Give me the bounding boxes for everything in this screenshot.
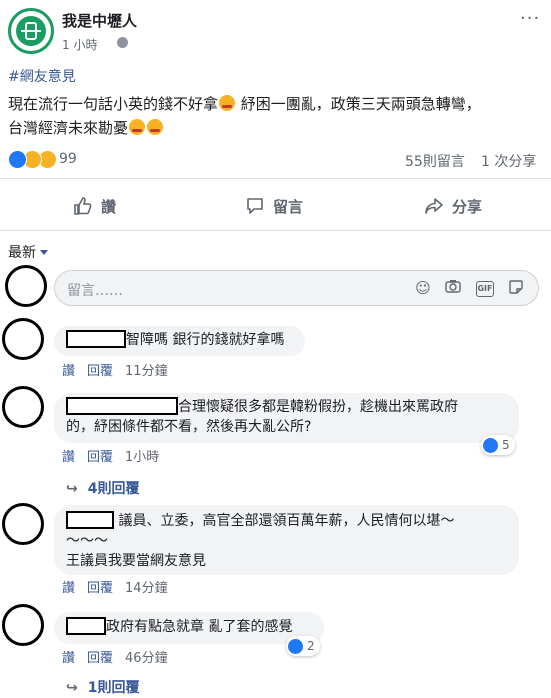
comment-button[interactable]: 留言 [245,188,303,224]
comment-time[interactable]: 14分鐘 [125,581,168,596]
redacted-username[interactable] [66,617,106,635]
reply-arrow-icon: ↪ [66,680,78,696]
sticker-icon[interactable] [507,279,525,297]
post-text-line1: 現在流行一句話小英的錢不好拿 [8,95,219,113]
post-text-line1b: 紓困一團亂，政策三天兩頭急轉彎， [236,95,481,113]
comment-bubble: 政府有點急就章 亂了套的感覺 [54,612,324,644]
globe-icon [117,37,128,48]
reaction-count[interactable]: 99 [59,151,77,167]
like-reaction-icon [288,638,303,654]
comment-text-line1: 議員、立委，高官全部還領百萬年薪，人民情何以堪～ [118,513,455,529]
like-label: 讚 [101,197,117,216]
caret-down-icon [40,250,48,255]
post-body: 現在流行一句話小英的錢不好拿 紓困一團亂，政策三天兩頭急轉彎， 台灣經濟未來勘憂 [8,92,543,140]
post-text-line2: 台灣經濟未來勘憂 [8,119,129,137]
redacted-username[interactable] [66,511,114,529]
page-avatar[interactable] [8,8,54,54]
replies-label: 4則回覆 [87,481,140,497]
comment-text: 政府有點急就章 亂了套的感覺 [106,619,293,635]
page-name[interactable]: 我是中壢人 [62,10,137,31]
comment-reaction-count: 2 [307,639,315,653]
like-reaction-icon [483,437,498,453]
post-timestamp[interactable]: 1 小時 [62,36,97,53]
redacted-username[interactable] [66,330,126,348]
comment-count[interactable]: 55則留言 [405,151,465,171]
share-arrow-icon [425,198,443,214]
current-user-avatar[interactable] [5,265,47,307]
comment-meta: 讚回覆 1小時 [62,446,171,465]
comment-like-link[interactable]: 讚 [62,581,75,596]
redacted-username[interactable] [66,397,178,415]
hashtag-link[interactable]: #網友意見 [8,66,76,86]
comment-bubble: 議員、立委，高官全部還領百萬年薪，人民情何以堪～ ～～～ 王議員我要當網友意見 [54,505,519,575]
comment-label: 留言 [273,197,304,216]
share-button[interactable]: 分享 [424,188,482,224]
comment-text-line3: 王議員我要當網友意見 [66,553,206,569]
comment-bubble: 合理懷疑很多都是韓粉假扮，趁機出來罵政府 的，紓困條件都不看，然後再大亂公所? [54,393,519,443]
logo-emblem-icon [16,16,46,46]
view-replies-link[interactable]: ↪ 4則回覆 [66,478,139,498]
gif-icon[interactable]: GIF [476,281,494,297]
comment-like-link[interactable]: 讚 [62,450,75,465]
angry-face-icon [219,95,236,111]
divider [0,178,551,179]
angry-face-icon [129,119,146,135]
commenter-avatar[interactable] [2,318,44,360]
comment-text-line2: 的，紓困條件都不看，然後再大亂公所? [66,419,312,435]
reply-arrow-icon: ↪ [66,481,78,497]
comment-time[interactable]: 46分鐘 [125,651,168,666]
comment-text-line1: 合理懷疑很多都是韓粉假扮，趁機出來罵政府 [178,399,458,415]
comment-time[interactable]: 1小時 [125,450,159,465]
comment-like-link[interactable]: 讚 [62,651,75,666]
like-button[interactable]: 讚 [73,188,116,224]
comment-reaction-count: 5 [502,438,510,452]
comment-text: 智障嗎 銀行的錢就好拿嗎 [126,332,285,348]
share-count[interactable]: 1 次分享 [481,151,536,171]
replies-label: 1則回覆 [87,680,140,696]
camera-icon[interactable] [444,279,462,297]
comment-meta: 讚回覆 11分鐘 [62,360,180,379]
like-reaction-icon [8,150,27,169]
comment-placeholder: 留言…… [67,283,123,299]
comment-sort-dropdown[interactable]: 最新 [8,242,48,262]
comment-reply-link[interactable]: 回覆 [87,581,113,596]
view-replies-link[interactable]: ↪ 1則回覆 [66,677,139,697]
comment-text-line2: ～～～ [66,533,108,549]
comment-meta: 讚回覆 14分鐘 [62,577,180,596]
comment-reaction-badge[interactable]: 2 [286,636,320,656]
thumbs-up-icon [74,197,92,215]
divider [0,230,551,231]
comment-reply-link[interactable]: 回覆 [87,364,113,379]
comment-reply-link[interactable]: 回覆 [87,651,113,666]
angry-face-icon [147,119,164,135]
comment-reply-link[interactable]: 回覆 [87,450,113,465]
comment-meta: 讚回覆 46分鐘 [62,647,180,666]
commenter-avatar[interactable] [2,604,44,646]
comment-input[interactable]: 留言…… ☺ GIF [54,270,539,306]
share-label: 分享 [452,197,483,216]
comment-reaction-badge[interactable]: 5 [481,435,515,455]
comment-time[interactable]: 11分鐘 [125,364,168,379]
comment-bubble-icon [247,198,263,214]
commenter-avatar[interactable] [2,386,44,428]
comment-like-link[interactable]: 讚 [62,364,75,379]
sort-label: 最新 [8,245,36,261]
commenter-avatar[interactable] [2,503,44,545]
more-options-icon[interactable]: ··· [520,8,540,29]
smiley-icon[interactable]: ☺ [414,279,432,297]
comment-bubble: 智障嗎 銀行的錢就好拿嗎 [54,326,305,356]
